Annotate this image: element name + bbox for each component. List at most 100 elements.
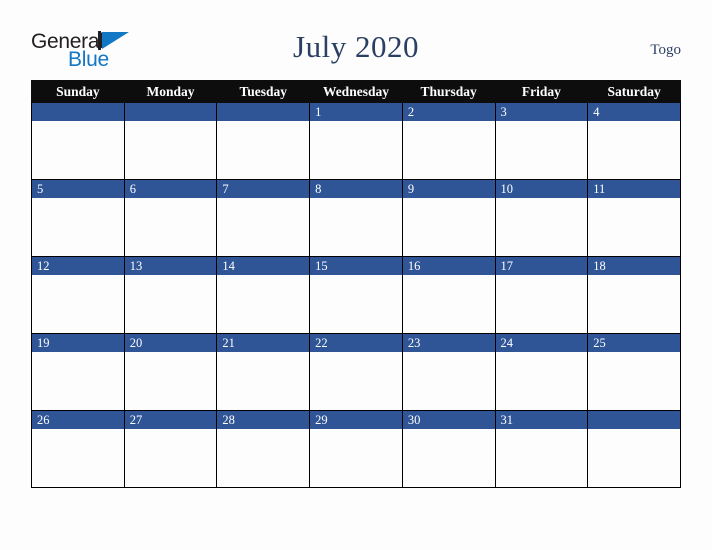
day-number-bar: 7 [217,180,310,198]
day-number: 16 [407,259,421,273]
day-cell[interactable]: 9 [401,179,496,257]
day-cell[interactable]: 19 [31,333,125,411]
day-number: 18 [593,259,606,273]
day-cell[interactable]: 11 [587,179,681,257]
day-cell[interactable] [31,102,125,180]
day-cell[interactable]: 5 [31,179,125,257]
day-cell[interactable]: 14 [216,256,311,334]
day-notes-area[interactable] [217,198,310,255]
day-number-bar: 5 [32,180,124,198]
day-number-bar: 11 [588,180,680,198]
day-cell[interactable]: 28 [216,410,311,488]
day-notes-area[interactable] [588,275,680,332]
day-cell[interactable] [587,410,681,488]
day-notes-area[interactable] [588,352,680,409]
day-notes-area[interactable] [310,275,402,332]
day-number: 13 [129,259,143,273]
day-notes-area[interactable] [402,429,495,486]
day-cell[interactable]: 26 [31,410,125,488]
day-notes-area[interactable] [124,275,217,332]
day-cell[interactable]: 12 [31,256,125,334]
weekday-header-thursday: Thursday [401,80,496,103]
day-notes-area[interactable] [588,198,680,255]
day-notes-area[interactable] [495,121,588,178]
day-number: 22 [315,336,328,350]
day-cell[interactable]: 31 [494,410,589,488]
day-cell[interactable]: 2 [401,102,496,180]
day-number-bar: 21 [217,334,310,352]
day-cell[interactable]: 17 [494,256,589,334]
day-cell[interactable]: 24 [494,333,589,411]
day-notes-area[interactable] [588,429,680,486]
calendar-page: General Blue July 2020 Togo Sunday Monda… [0,0,712,550]
day-notes-area[interactable] [124,429,217,486]
day-notes-area[interactable] [402,121,495,178]
day-notes-area[interactable] [495,275,588,332]
day-notes-area[interactable] [402,352,495,409]
day-cell[interactable]: 29 [309,410,403,488]
day-number: 11 [593,182,606,196]
week-row: 26 27 28 29 30 31 [31,410,681,488]
day-cell[interactable]: 10 [494,179,589,257]
day-cell[interactable]: 27 [123,410,218,488]
day-cell[interactable]: 8 [309,179,403,257]
day-number-bar: 23 [402,334,495,352]
day-cell[interactable]: 23 [401,333,496,411]
day-cell[interactable]: 16 [401,256,496,334]
day-notes-area[interactable] [310,352,402,409]
day-cell[interactable]: 3 [494,102,589,180]
day-notes-area[interactable] [124,198,217,255]
day-cell[interactable]: 30 [401,410,496,488]
day-number: 15 [315,259,328,273]
day-cell[interactable]: 20 [123,333,218,411]
day-notes-area[interactable] [124,121,217,178]
day-notes-area[interactable] [217,275,310,332]
day-notes-area[interactable] [32,429,124,486]
day-cell[interactable] [216,102,311,180]
weekday-header-wednesday: Wednesday [309,80,403,103]
day-cell[interactable]: 18 [587,256,681,334]
day-notes-area[interactable] [495,352,588,409]
day-number: 30 [407,413,421,427]
week-row: 1 2 3 4 [31,102,681,180]
day-number: 24 [500,336,514,350]
day-notes-area[interactable] [32,275,124,332]
day-cell[interactable]: 1 [309,102,403,180]
weekday-header-sunday: Sunday [31,80,125,103]
day-notes-area[interactable] [217,429,310,486]
day-notes-area[interactable] [310,198,402,255]
day-notes-area[interactable] [32,198,124,255]
day-number-bar: 1 [310,103,402,121]
day-number-bar: 27 [124,411,217,429]
day-cell[interactable] [123,102,218,180]
day-cell[interactable]: 22 [309,333,403,411]
day-number: 23 [407,336,421,350]
day-notes-area[interactable] [217,352,310,409]
day-number-bar: 3 [495,103,588,121]
day-number-bar: 20 [124,334,217,352]
day-cell[interactable]: 7 [216,179,311,257]
day-number: 28 [222,413,235,427]
day-cell[interactable]: 15 [309,256,403,334]
day-cell[interactable]: 4 [587,102,681,180]
day-notes-area[interactable] [310,121,402,178]
day-cell[interactable]: 6 [123,179,218,257]
day-cell[interactable]: 25 [587,333,681,411]
day-notes-area[interactable] [588,121,680,178]
day-number: 5 [37,182,44,196]
day-notes-area[interactable] [402,275,495,332]
day-notes-area[interactable] [402,198,495,255]
day-notes-area[interactable] [124,352,217,409]
day-number-bar: 4 [588,103,680,121]
day-notes-area[interactable] [495,429,588,486]
day-notes-area[interactable] [217,121,310,178]
day-number-bar: 25 [588,334,680,352]
day-notes-area[interactable] [32,352,124,409]
day-notes-area[interactable] [32,121,124,178]
day-cell[interactable]: 13 [123,256,218,334]
day-number-bar: 6 [124,180,217,198]
day-notes-area[interactable] [495,198,588,255]
day-cell[interactable]: 21 [216,333,311,411]
day-notes-area[interactable] [310,429,402,486]
day-number: 9 [407,182,415,196]
